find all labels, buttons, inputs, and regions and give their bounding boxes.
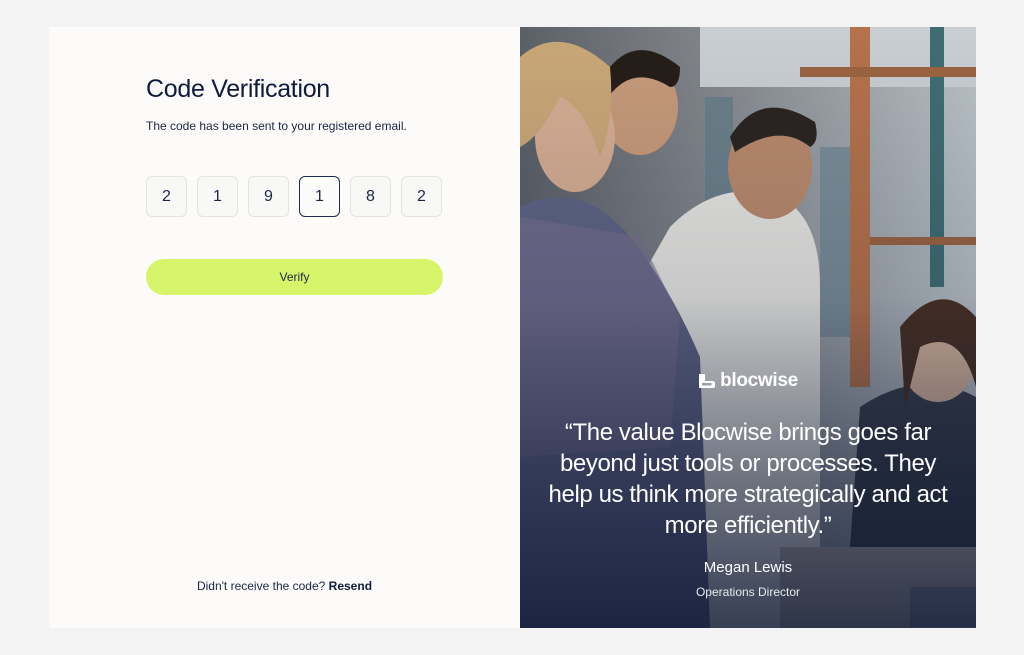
code-input-group: 2 1 9 1 8 2 — [146, 176, 442, 217]
verify-button[interactable]: Verify — [146, 259, 443, 295]
page-title: Code Verification — [146, 75, 330, 103]
testimonial-quote: “The value Blocwise brings goes far beyo… — [548, 419, 948, 539]
testimonial-overlay: blocwise “The value Blocwise brings goes… — [520, 27, 976, 628]
code-digit-input-2[interactable]: 1 — [197, 176, 238, 217]
brand-logo: blocwise — [520, 370, 976, 392]
code-digit-input-1[interactable]: 2 — [146, 176, 187, 217]
code-digit-input-5[interactable]: 8 — [350, 176, 391, 217]
resend-prompt: Didn't receive the code? — [196, 579, 326, 593]
resend-link[interactable]: Resend — [329, 579, 372, 593]
brand-name: blocwise — [720, 370, 798, 391]
resend-row: Didn't receive the code? Resend — [49, 579, 520, 593]
verification-card: Code Verification The code has been sent… — [49, 27, 976, 628]
code-digit-input-6[interactable]: 2 — [401, 176, 442, 217]
code-digit-input-3[interactable]: 9 — [248, 176, 289, 217]
page-subtitle: The code has been sent to your registere… — [146, 119, 407, 133]
blocwise-logo-icon — [699, 374, 716, 388]
testimonial-panel: blocwise “The value Blocwise brings goes… — [520, 27, 976, 628]
author-name: Megan Lewis — [703, 559, 793, 576]
author-role: Operations Director — [695, 585, 801, 599]
verification-panel: Code Verification The code has been sent… — [49, 27, 520, 628]
code-digit-input-4[interactable]: 1 — [299, 176, 340, 217]
